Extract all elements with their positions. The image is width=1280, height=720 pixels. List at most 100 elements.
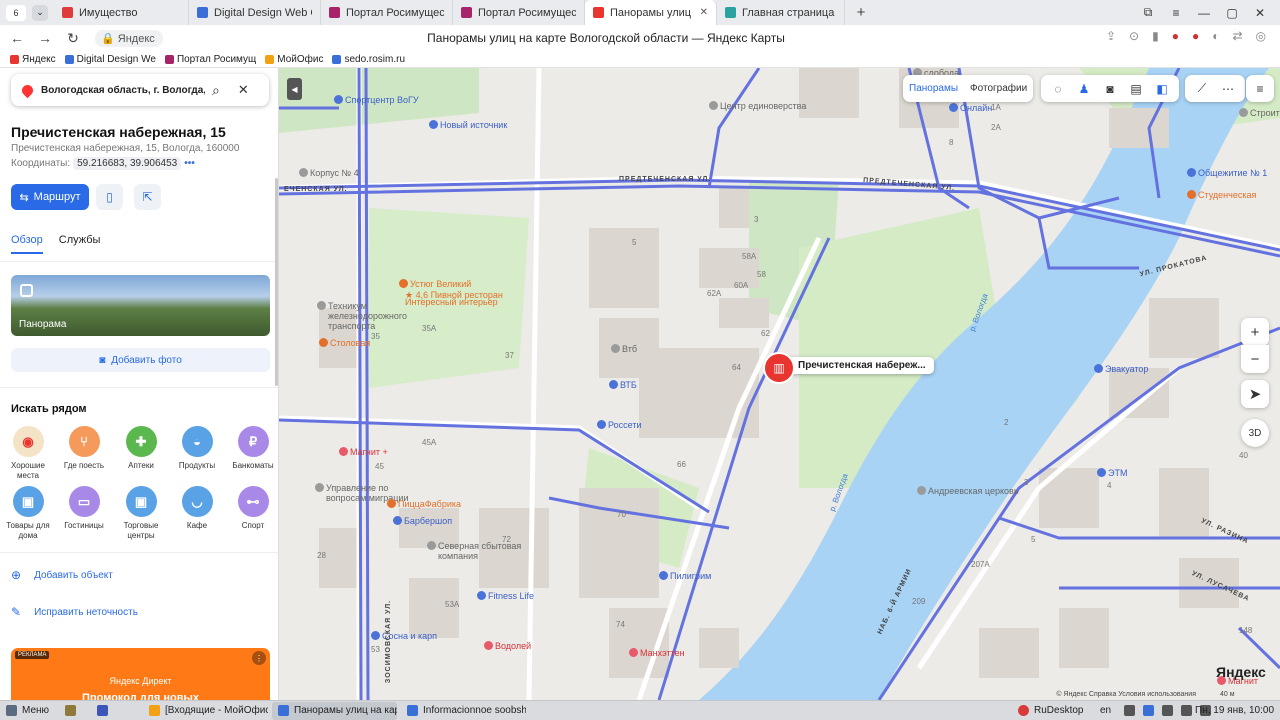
more-icon[interactable]: ⋯ <box>1215 82 1241 96</box>
extension-icon-1[interactable]: ● <box>1172 29 1179 43</box>
poi-sport-center[interactable]: Спортцентр ВоГУ <box>334 95 419 105</box>
category-9[interactable]: ⊷ Спорт <box>225 486 278 531</box>
taskbar-window[interactable]: Панорамы улиц на карте... <box>272 701 398 720</box>
search-icon[interactable]: ⌕ <box>212 82 220 99</box>
poi-online[interactable]: Онлайн <box>949 103 992 113</box>
bookmark-item[interactable]: Яндекс <box>10 54 56 65</box>
more-icon[interactable]: ••• <box>184 158 195 169</box>
tab-item[interactable]: Имущество <box>54 0 189 25</box>
coordinates-value[interactable]: 59.216683, 39.906453 <box>73 157 182 170</box>
extension-icon-3[interactable]: ◐ <box>1212 29 1219 43</box>
search-input[interactable]: Вологодская область, г. Вологда, наб <box>41 85 205 96</box>
tab-item[interactable]: Digital Design Web Client <box>189 0 321 25</box>
poi-magnit[interactable]: Магнит + <box>339 447 388 457</box>
tab-item[interactable]: Портал Росимущества <box>321 0 453 25</box>
poi-vtb2[interactable]: ВТБ <box>609 380 637 390</box>
poi-vtb1[interactable]: Втб <box>611 344 637 354</box>
panoramas-toggle[interactable]: Панорамы <box>903 83 964 94</box>
add-object-button[interactable]: ⊕ Добавить объект <box>11 568 113 582</box>
category-8[interactable]: ◡ Кафе <box>169 486 225 531</box>
my-location-button[interactable]: ➤ <box>1241 380 1269 408</box>
poi-pizza[interactable]: ПиццаФабрика <box>387 499 461 509</box>
bookmark-button[interactable]: ▯ <box>96 184 123 210</box>
category-1[interactable]: ⑂ Где поесть <box>56 426 112 471</box>
map-copyright[interactable]: © Яндекс Справка Условия использования <box>1056 691 1196 698</box>
route-button[interactable]: ⇆ Маршрут <box>11 184 89 210</box>
poi-ustyug[interactable]: Устюг Великий <box>399 279 471 289</box>
minimize-icon[interactable]: — <box>1190 0 1218 25</box>
quicklaunch-browser-icon[interactable] <box>91 702 119 720</box>
language-indicator[interactable]: en <box>1094 702 1117 720</box>
poi-fitness[interactable]: Fitness Life <box>477 591 534 601</box>
poi-dorm[interactable]: Общежитие № 1 <box>1187 168 1267 178</box>
menu-icon[interactable]: ≡ <box>1162 0 1190 25</box>
bookmark-manager-icon[interactable]: ⧉ <box>1134 0 1162 25</box>
category-0[interactable]: ◉ Хорошие места <box>0 426 56 481</box>
bookmark-item[interactable]: Digital Design We <box>64 54 156 65</box>
ruler-icon[interactable]: ⟋ <box>1189 81 1215 96</box>
zoom-in-button[interactable]: + <box>1241 318 1269 346</box>
bookmark-item[interactable]: МойОфис <box>265 54 323 65</box>
layers-icon[interactable]: ◌ <box>1045 82 1071 96</box>
building-pin-icon[interactable]: ▥ <box>763 352 795 384</box>
category-2[interactable]: ✚ Аптеки <box>113 426 169 471</box>
location-icon[interactable]: ⊙ <box>1129 29 1139 43</box>
poi-student[interactable]: Студенческая <box>1187 190 1256 200</box>
add-photo-button[interactable]: ◙ Добавить фото <box>11 348 270 372</box>
poi-ustyug-sub2[interactable]: Интересный интерьер <box>405 297 498 307</box>
quicklaunch-files-icon[interactable] <box>59 702 87 720</box>
tab-count-badge[interactable]: 6 <box>6 4 26 21</box>
extension-icon-2[interactable]: ● <box>1192 29 1199 43</box>
category-5[interactable]: ▣ Товары для дома <box>0 486 56 541</box>
extension-icon-4[interactable]: ⇄ <box>1232 29 1242 43</box>
share-icon[interactable]: ⇪ <box>1106 29 1116 43</box>
poi-korpus4[interactable]: Корпус № 4 <box>299 168 359 178</box>
tab-item[interactable]: Главная страница <box>717 0 845 25</box>
tab-dropdown-icon[interactable]: ⌄ <box>32 4 48 21</box>
map-canvas[interactable]: Спортцентр ВоГУ Новый источник Центр едино… <box>279 68 1280 700</box>
photos-toggle[interactable]: Фотографии <box>964 83 1033 94</box>
panel-scrollbar[interactable] <box>275 178 278 386</box>
camera-icon[interactable]: ◙ <box>1097 82 1123 96</box>
tray-icon[interactable] <box>1143 705 1154 716</box>
close-tab-icon[interactable]: ✕ <box>700 7 708 18</box>
zoom-out-button[interactable]: − <box>1241 345 1269 373</box>
category-6[interactable]: ▭ Гостиницы <box>56 486 112 531</box>
poi-rosseti[interactable]: Россети <box>597 420 641 430</box>
bus-icon[interactable]: ▤ <box>1123 82 1149 96</box>
place-popup[interactable]: Пречистенская набереж... <box>774 357 934 374</box>
category-7[interactable]: ▣ Торговые центры <box>113 486 169 541</box>
poi-evakuator[interactable]: Эвакуатор <box>1094 364 1148 374</box>
start-menu-button[interactable]: Меню <box>0 702 55 720</box>
poi-vodoley[interactable]: Водолей <box>484 641 531 651</box>
3d-button[interactable]: 3D <box>1241 419 1269 447</box>
pedestrian-icon[interactable]: ♟ <box>1071 82 1097 96</box>
ad-menu-icon[interactable]: ⋮ <box>252 651 266 665</box>
poi-barber[interactable]: Барбершоп <box>393 516 452 526</box>
poi-etm[interactable]: ЭТМ <box>1097 468 1127 478</box>
network-icon[interactable] <box>1162 705 1173 716</box>
maximize-icon[interactable]: ▢ <box>1218 0 1246 25</box>
poi-new-source[interactable]: Новый источник <box>429 120 507 130</box>
clock[interactable]: Пн, 19 янв, 10:00 <box>1195 705 1274 716</box>
fix-error-button[interactable]: ✎ Исправить неточность <box>11 605 138 619</box>
map-layers-icon[interactable]: ◧ <box>1149 82 1175 96</box>
poi-manhattan[interactable]: Манхэттен <box>629 648 685 658</box>
map-menu-button[interactable]: ≡ <box>1246 75 1274 102</box>
poi-center-edinoverie[interactable]: Центр единоверства <box>709 101 810 111</box>
bookmark-icon[interactable]: ▮ <box>1152 29 1159 43</box>
taskbar-window[interactable]: Informacionnoe soobshhe... <box>401 702 526 720</box>
category-3[interactable]: ◒ Продукты <box>169 426 225 471</box>
share-button[interactable]: ⇱ <box>134 184 161 210</box>
category-4[interactable]: ₽ Банкоматы <box>225 426 278 471</box>
collapse-panel-icon[interactable]: ◀ <box>287 78 302 100</box>
poi-stroitel[interactable]: Строител колледж <box>1239 108 1280 118</box>
rudesktop-tray[interactable]: RuDesktop <box>1012 702 1089 720</box>
poi-stolovaya[interactable]: Столовая <box>319 338 370 348</box>
poi-church[interactable]: Андреевская церковь <box>917 486 1019 496</box>
new-tab-icon[interactable]: + <box>851 3 871 23</box>
panorama-preview[interactable]: Панорама <box>11 275 270 336</box>
tab-item[interactable]: Панорамы улиц на карте ✕ <box>585 0 717 25</box>
bookmark-item[interactable]: Портал Росимущ <box>164 54 256 65</box>
poi-sosna[interactable]: Сосна и карп <box>371 631 437 641</box>
